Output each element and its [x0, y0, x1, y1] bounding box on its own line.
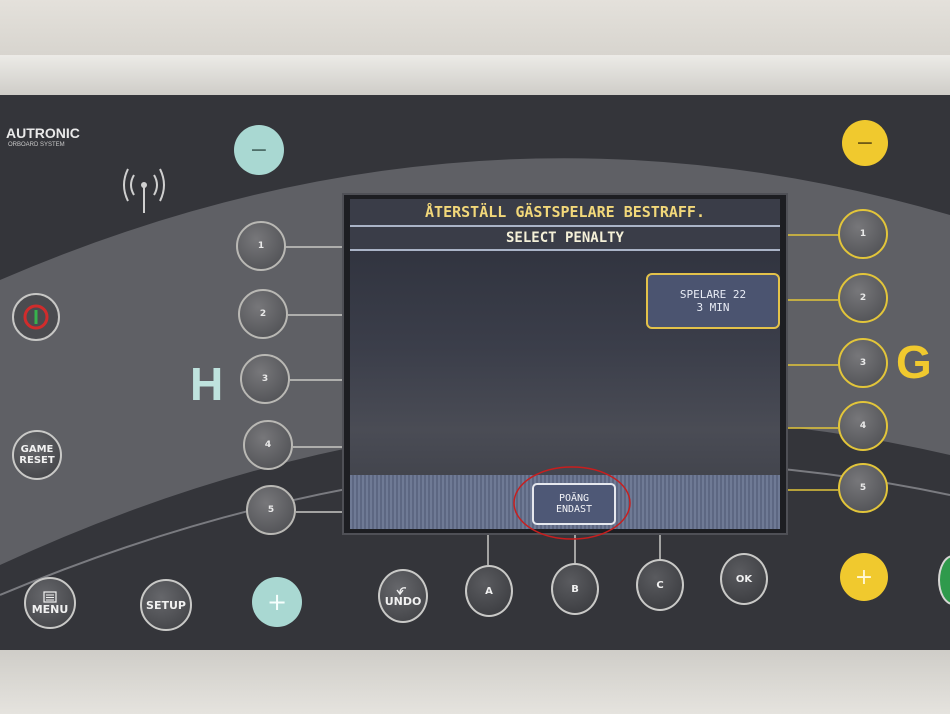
home-button-1[interactable]: 1: [236, 221, 286, 271]
guest-button-5[interactable]: 5: [838, 463, 888, 513]
home-button-5[interactable]: 5: [246, 485, 296, 535]
undo-icon: [396, 586, 407, 595]
home-button-4[interactable]: 4: [243, 420, 293, 470]
device-top-frame: [0, 0, 950, 62]
home-button-3[interactable]: 3: [240, 354, 290, 404]
softkey-a-button[interactable]: A: [465, 565, 513, 617]
home-button-2[interactable]: 2: [238, 289, 288, 339]
screen-subtitle: SELECT PENALTY: [350, 227, 780, 251]
home-side-label: H: [190, 358, 224, 410]
home-plus-button[interactable]: +: [252, 577, 302, 627]
screen-title: ÅTERSTÄLL GÄSTSPELARE BESTRAFF.: [350, 199, 780, 227]
device-bottom-lip: [0, 650, 950, 714]
penalty-item-line1: SPELARE 22: [679, 288, 747, 301]
power-button[interactable]: [12, 293, 60, 341]
guest-button-2[interactable]: 2: [838, 273, 888, 323]
menu-button[interactable]: MENU: [24, 577, 76, 629]
game-reset-button[interactable]: GAME RESET: [12, 430, 62, 480]
game-reset-label-line1: GAME: [20, 444, 54, 455]
setup-button[interactable]: SETUP: [140, 579, 192, 631]
brand-logo-subtitle: ORBOARD SYSTEM: [8, 142, 65, 148]
menu-label: MENU: [31, 602, 69, 616]
guest-minus-button[interactable]: −: [842, 120, 888, 166]
softkey-c-button[interactable]: C: [636, 559, 684, 611]
highlight-annotation-circle: [513, 466, 631, 540]
undo-button[interactable]: UNDO: [378, 569, 428, 623]
home-minus-button[interactable]: −: [234, 125, 284, 175]
device-top-lip: [0, 55, 950, 95]
penalty-item-line2: 3 MIN: [696, 301, 730, 314]
guest-button-4[interactable]: 4: [838, 401, 888, 451]
guest-plus-button[interactable]: +: [840, 553, 888, 601]
game-reset-label-line2: RESET: [19, 455, 55, 466]
guest-button-3[interactable]: 3: [838, 338, 888, 388]
power-icon: [23, 304, 49, 330]
guest-side-label: G: [896, 336, 932, 388]
brand-logo: AUTRONIC: [6, 125, 80, 141]
ok-button[interactable]: OK: [720, 553, 768, 605]
softkey-b-button[interactable]: B: [551, 563, 599, 615]
menu-icon: [43, 590, 57, 603]
guest-button-1[interactable]: 1: [838, 209, 888, 259]
undo-label: UNDO: [384, 594, 422, 608]
penalty-item-player-22[interactable]: SPELARE 22 3 MIN: [646, 273, 780, 329]
wireless-antenna-icon: [123, 168, 165, 213]
scoreboard-controller-panel: AUTRONIC ORBOARD SYSTEM − − H G 1 2 3 4 …: [0, 95, 950, 660]
